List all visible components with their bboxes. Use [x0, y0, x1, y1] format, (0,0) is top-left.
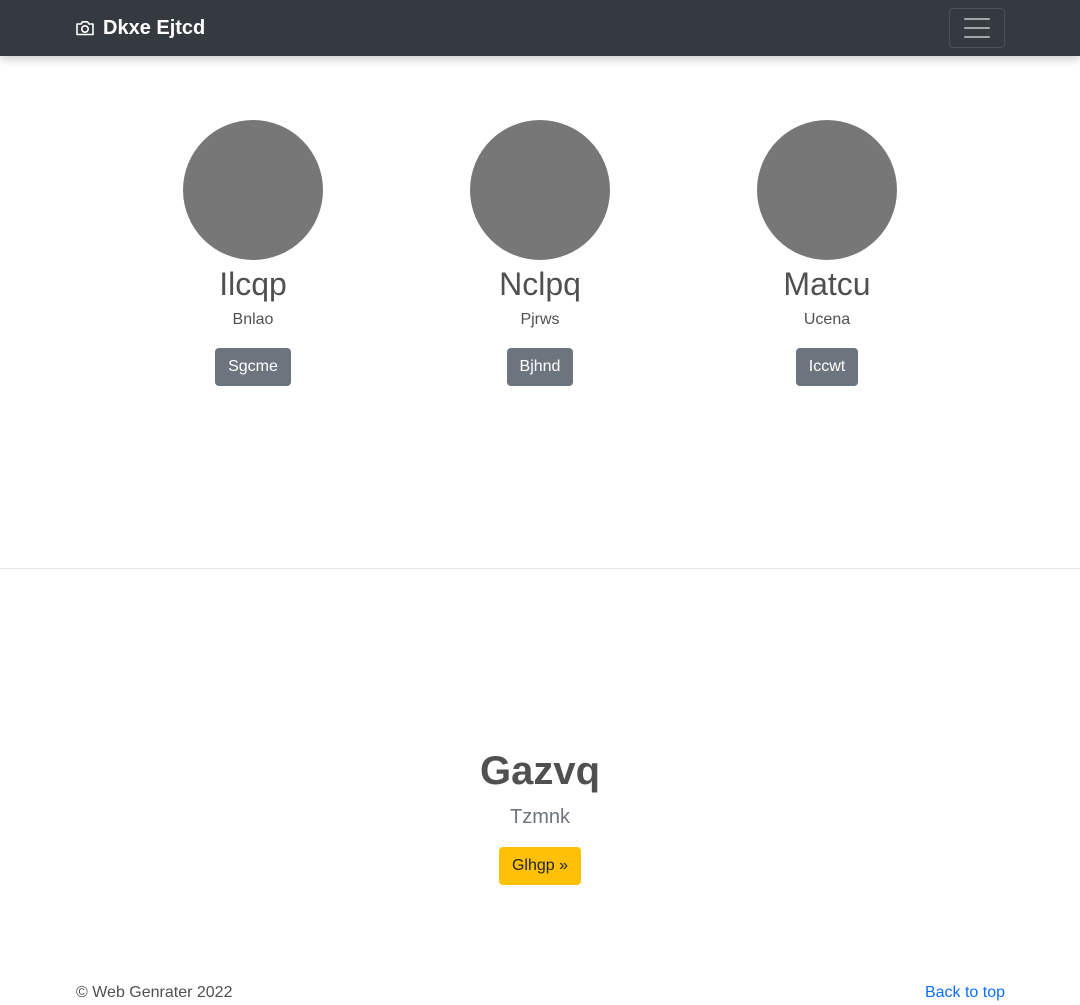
- profile-card: Nclpq Pjrws Bjhnd: [430, 120, 650, 386]
- profile-button[interactable]: Sgcme: [215, 348, 291, 386]
- profile-card: Ilcqp Bnlao Sgcme: [143, 120, 363, 386]
- brand-text: Dkxe Ejtcd: [103, 16, 206, 39]
- brand-link[interactable]: Dkxe Ejtcd: [75, 0, 205, 56]
- profile-role: Pjrws: [520, 311, 560, 328]
- avatar: [183, 120, 323, 260]
- copyright-text: © Web Genrater 2022: [76, 984, 233, 1001]
- hero-cta-button[interactable]: Glhgp »: [498, 847, 582, 885]
- hero-section: Gazvq Tzmnk Glhgp »: [0, 745, 1080, 885]
- profile-role: Ucena: [803, 311, 851, 328]
- footer: © Web Genrater 2022 Back to top: [0, 982, 1080, 1004]
- avatar: [470, 120, 610, 260]
- navbar: Dkxe Ejtcd: [0, 0, 1080, 56]
- profile-button[interactable]: Bjhnd: [506, 348, 574, 386]
- profile-card: Matcu Ucena Iccwt: [717, 120, 937, 386]
- camera-icon: [75, 19, 95, 37]
- profile-name: Matcu: [783, 266, 871, 302]
- navbar-toggler-button[interactable]: [949, 8, 1005, 48]
- section-divider: [0, 568, 1080, 569]
- avatar: [757, 120, 897, 260]
- profile-button[interactable]: Iccwt: [795, 348, 859, 386]
- back-to-top-link[interactable]: Back to top: [925, 982, 1005, 1004]
- hero-title: Gazvq: [479, 749, 601, 793]
- hero-subtitle: Tzmnk: [510, 806, 570, 828]
- profile-name: Ilcqp: [219, 266, 287, 302]
- profile-role: Bnlao: [232, 311, 274, 328]
- hamburger-icon: [964, 18, 990, 20]
- profile-name: Nclpq: [499, 266, 581, 302]
